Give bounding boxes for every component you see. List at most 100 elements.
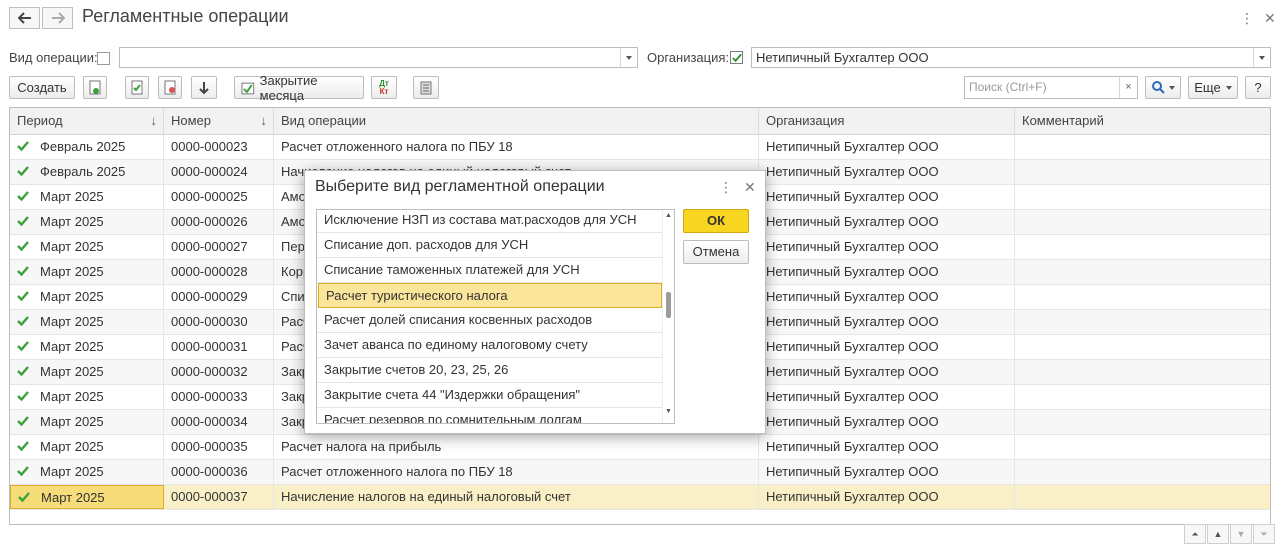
page-title: Регламентные операции [82, 6, 289, 26]
cell-period: Март 2025 [10, 335, 164, 359]
posted-check-icon [17, 441, 29, 452]
cell-comment [1015, 410, 1270, 434]
cell-text: Март 2025 [40, 189, 104, 204]
table-row[interactable]: Март 2025 0000-000036 Расчет отложенного н… [10, 460, 1270, 485]
more-vertical-icon[interactable]: ⋮ [1240, 10, 1254, 27]
cell-org: Нетипичный Бухгалтер ООО [759, 360, 1015, 384]
cell-text: Март 2025 [40, 314, 104, 329]
cell-text: 0000-000028 [171, 264, 248, 279]
posted-check-icon [17, 191, 29, 202]
back-button[interactable] [9, 7, 40, 29]
list-item[interactable]: Исключение НЗП из состава мат.расходов д… [317, 210, 663, 233]
cancel-button[interactable]: Отмена [683, 240, 749, 264]
list-scrollbar[interactable]: ▲ ▼ [662, 210, 674, 423]
scroll-down-icon: ▼ [1236, 529, 1246, 539]
scroll-up-button[interactable]: ▲ [1207, 524, 1229, 544]
list-item[interactable]: Списание таможенных платежей для УСН [317, 258, 663, 283]
close-icon[interactable]: ✕ [1264, 10, 1276, 27]
cell-comment [1015, 210, 1270, 234]
help-label: ? [1254, 80, 1262, 95]
operation-type-list[interactable]: Исключение НЗП из состава мат.расходов д… [316, 209, 675, 424]
cell-org: Нетипичный Бухгалтер ООО [759, 410, 1015, 434]
column-header-period[interactable]: Период ↓ [10, 108, 164, 135]
table-row[interactable]: Февраль 2025 0000-000023 Расчет отложенног… [10, 135, 1270, 160]
close-month-button[interactable]: Закрытие месяца [234, 73, 364, 103]
cell-org: Нетипичный Бухгалтер ООО [759, 310, 1015, 334]
cell-org: Нетипичный Бухгалтер ООО [759, 335, 1015, 359]
select-operation-dialog[interactable]: Выберите вид регламентной операции ⋮ ✕ И… [304, 170, 766, 434]
post-button[interactable] [125, 76, 149, 99]
column-header-comment[interactable]: Комментарий [1015, 108, 1270, 135]
cell-text: Нетипичный Бухгалтер ООО [766, 489, 939, 504]
help-button[interactable]: ? [1245, 76, 1271, 99]
cell-comment [1015, 435, 1270, 459]
table-row[interactable]: Март 2025 0000-000035 Расчет налога на при… [10, 435, 1270, 460]
close-icon[interactable]: ✕ [744, 179, 756, 196]
dt-kt-button[interactable]: Дт Кт [371, 76, 397, 99]
organization-checkbox[interactable] [730, 51, 743, 64]
operation-type-checkbox[interactable] [97, 52, 110, 65]
list-item[interactable]: Расчет резервов по сомнительным долгам [317, 408, 663, 423]
organization-field[interactable]: Нетипичный Бухгалтер ООО [751, 47, 1271, 68]
cell-comment [1015, 160, 1270, 184]
cell-text: 0000-000024 [171, 164, 248, 179]
clear-search-icon[interactable]: × [1119, 77, 1137, 98]
cell-period: Март 2025 [10, 435, 164, 459]
chevron-down-icon[interactable] [620, 48, 637, 67]
list-item[interactable]: Зачет аванса по единому налоговому счету [317, 333, 663, 358]
cell-text: Март 2025 [40, 464, 104, 479]
scrollbar-thumb[interactable] [666, 292, 671, 318]
list-item[interactable]: Списание доп. расходов для УСН [317, 233, 663, 258]
copy-button[interactable] [83, 76, 107, 99]
table-row[interactable]: Март 2025 0000-000037 Начисление налогов н… [10, 485, 1270, 510]
cell-text: 0000-000029 [171, 289, 248, 304]
cell-org: Нетипичный Бухгалтер ООО [759, 135, 1015, 159]
cell-text: Нетипичный Бухгалтер ООО [766, 364, 939, 379]
cell-number: 0000-000030 [164, 310, 274, 334]
cell-number: 0000-000023 [164, 135, 274, 159]
scroll-down-icon[interactable]: ▼ [665, 408, 672, 415]
column-header-operation[interactable]: Вид операции [274, 108, 759, 135]
operation-type-field[interactable] [119, 47, 638, 68]
column-header-organization[interactable]: Организация [759, 108, 1015, 135]
cell-text: Март 2025 [40, 239, 104, 254]
scroll-down-button[interactable]: ▼ [1230, 524, 1252, 544]
cell-text: Март 2025 [40, 364, 104, 379]
forward-button[interactable] [42, 7, 73, 29]
arrow-down-icon [199, 81, 209, 94]
search-button[interactable] [1145, 76, 1181, 99]
cell-number: 0000-000026 [164, 210, 274, 234]
posted-check-icon [17, 391, 29, 402]
search-icon [1151, 81, 1165, 94]
scroll-first-button[interactable]: ⏶ [1184, 524, 1206, 544]
column-header-number[interactable]: Номер ↓ [164, 108, 274, 135]
ok-button[interactable]: ОК [683, 209, 749, 233]
download-button[interactable] [191, 76, 217, 99]
cell-text: Нетипичный Бухгалтер ООО [766, 289, 939, 304]
list-item[interactable]: Закрытие счета 44 "Издержки обращения" [317, 383, 663, 408]
cell-text: Март 2025 [40, 289, 104, 304]
list-item[interactable]: Расчет туристического налога [318, 283, 662, 308]
cell-org: Нетипичный Бухгалтер ООО [759, 285, 1015, 309]
chevron-down-icon[interactable] [1253, 48, 1270, 67]
more-button[interactable]: Еще [1188, 76, 1238, 99]
cell-org: Нетипичный Бухгалтер ООО [759, 160, 1015, 184]
cell-period: Март 2025 [10, 485, 164, 509]
cell-comment [1015, 260, 1270, 284]
unpost-button[interactable] [158, 76, 182, 99]
posted-check-icon [17, 366, 29, 377]
cell-text: Нетипичный Бухгалтер ООО [766, 389, 939, 404]
scroll-up-icon[interactable]: ▲ [665, 212, 672, 219]
list-settings-button[interactable] [413, 76, 439, 99]
list-item[interactable]: Расчет долей списания косвенных расходов [317, 308, 663, 333]
cell-text: 0000-000031 [171, 339, 248, 354]
search-placeholder: Поиск (Ctrl+F) [969, 80, 1047, 94]
cell-text: 0000-000025 [171, 189, 248, 204]
search-input[interactable]: Поиск (Ctrl+F) × [964, 76, 1138, 99]
cell-period: Март 2025 [10, 260, 164, 284]
cell-number: 0000-000027 [164, 235, 274, 259]
create-button[interactable]: Создать [9, 76, 75, 99]
more-vertical-icon[interactable]: ⋮ [719, 179, 733, 196]
scroll-last-button[interactable]: ⏷ [1253, 524, 1275, 544]
list-item[interactable]: Закрытие счетов 20, 23, 25, 26 [317, 358, 663, 383]
